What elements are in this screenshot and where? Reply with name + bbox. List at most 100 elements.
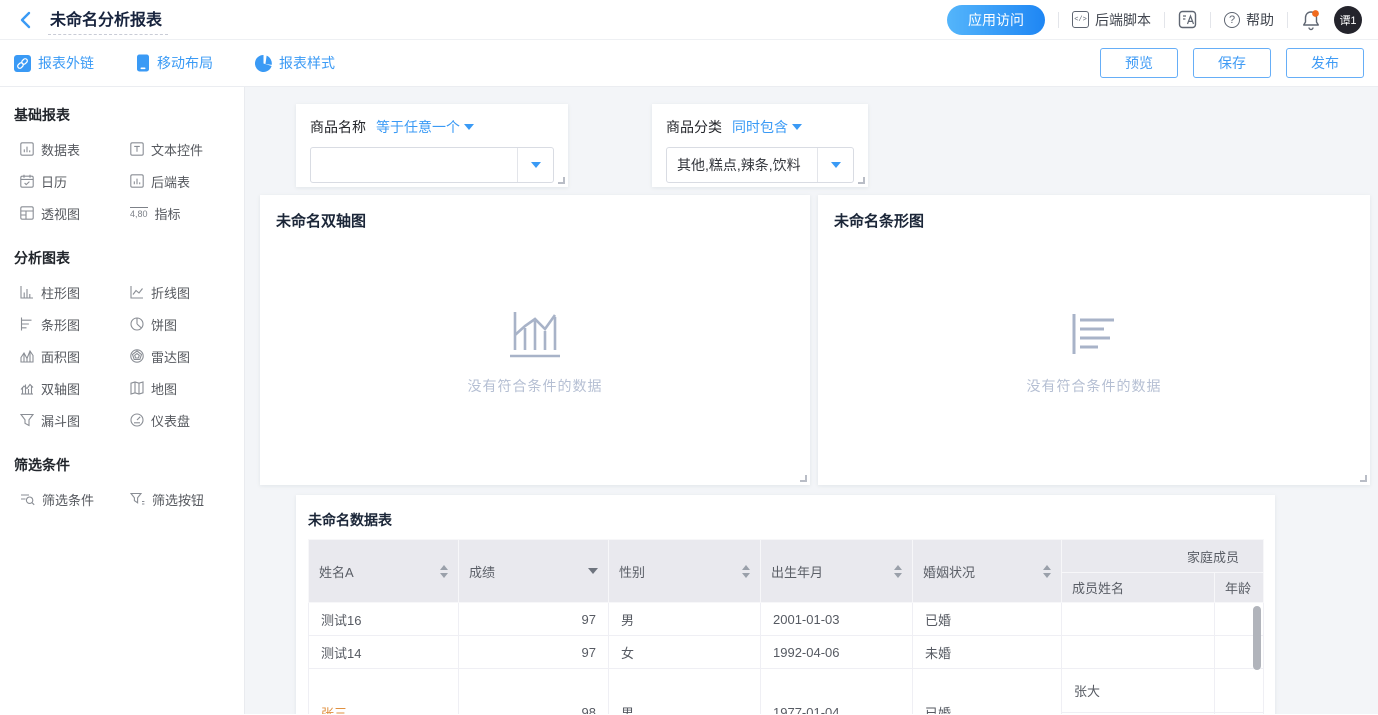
dual-axis-empty-icon <box>507 308 563 358</box>
chart-widget-dual-axis[interactable]: 未命名双轴图 没有符合条件的数据 <box>260 195 810 485</box>
table-chart-icon <box>130 174 144 188</box>
filter-operator-dropdown[interactable]: 等于任意一个 <box>376 117 474 137</box>
mobile-icon <box>136 54 150 72</box>
publish-button[interactable]: 发布 <box>1286 48 1364 78</box>
select-arrow <box>517 148 553 182</box>
data-table-widget[interactable]: 未命名数据表 姓名A 成绩 <box>296 495 1275 714</box>
external-link-button[interactable]: 报表外链 <box>14 53 94 73</box>
sidebar-item-line-chart[interactable]: 折线图 <box>130 283 244 301</box>
report-toolbar: 报表外链 移动布局 报表样式 预览 保存 发布 <box>0 40 1378 87</box>
radar-chart-icon <box>130 349 144 363</box>
filter-button-icon <box>130 492 145 506</box>
filter-value-select[interactable]: 其他,糕点,辣条,饮料 <box>666 147 854 183</box>
notification-bell-icon[interactable] <box>1301 9 1321 31</box>
table-vertical-scrollbar[interactable] <box>1253 606 1261 670</box>
link-icon <box>14 55 31 72</box>
sidebar-item-metric[interactable]: 4,80 指标 <box>130 204 244 222</box>
chevron-down-icon <box>531 162 541 168</box>
divider <box>1210 12 1211 28</box>
sort-desc-icon[interactable] <box>588 568 598 574</box>
code-icon: </> <box>1072 11 1089 28</box>
sidebar-item-area-chart[interactable]: 面积图 <box>20 347 130 365</box>
sidebar-item-pivot[interactable]: 透视图 <box>20 204 130 222</box>
report-title[interactable]: 未命名分析报表 <box>48 4 168 35</box>
preview-button[interactable]: 预览 <box>1100 48 1178 78</box>
sidebar-item-bar-chart[interactable]: 条形图 <box>20 315 130 333</box>
backend-script-button[interactable]: </> 后端脚本 <box>1072 10 1151 30</box>
column-header-marital[interactable]: 婚姻状况 <box>913 540 1062 603</box>
table-chart-icon <box>20 142 34 156</box>
column-header-birth[interactable]: 出生年月 <box>761 540 913 603</box>
map-icon <box>130 381 144 395</box>
sidebar-item-calendar[interactable]: 日历 <box>20 172 130 190</box>
resize-handle[interactable] <box>1360 475 1367 482</box>
sort-icon[interactable] <box>1043 565 1051 578</box>
sort-icon[interactable] <box>742 565 750 578</box>
chart-title: 未命名条形图 <box>818 195 1370 231</box>
user-avatar[interactable]: 谭1 <box>1334 6 1362 34</box>
filter-widget-product-category[interactable]: 商品分类 同时包含 其他,糕点,辣条,饮料 <box>652 104 868 187</box>
column-chart-icon <box>20 285 34 299</box>
divider <box>1164 12 1165 28</box>
sidebar-item-text-widget[interactable]: 文本控件 <box>130 140 244 158</box>
resize-handle[interactable] <box>800 475 807 482</box>
text-icon <box>130 142 144 156</box>
section-title-filters: 筛选条件 <box>0 455 244 475</box>
column-header-gender[interactable]: 性别 <box>609 540 761 603</box>
filter-label: 商品分类 <box>666 117 722 137</box>
help-button[interactable]: ? 帮助 <box>1224 10 1274 30</box>
area-chart-icon <box>20 349 34 363</box>
app-access-button[interactable]: 应用访问 <box>947 5 1045 35</box>
filter-value-select[interactable] <box>310 147 554 183</box>
resize-handle[interactable] <box>858 177 865 184</box>
report-style-button[interactable]: 报表样式 <box>255 53 335 73</box>
resize-handle[interactable] <box>558 177 565 184</box>
sidebar-item-column-chart[interactable]: 柱形图 <box>20 283 130 301</box>
data-table: 姓名A 成绩 性别 出生年月 <box>308 539 1264 714</box>
gauge-icon <box>130 413 144 427</box>
pie-chart-icon <box>130 317 144 331</box>
select-arrow <box>817 148 853 182</box>
column-header-member-name[interactable]: 成员姓名 <box>1062 573 1215 603</box>
save-button[interactable]: 保存 <box>1193 48 1271 78</box>
divider <box>1287 12 1288 28</box>
empty-state: 没有符合条件的数据 <box>260 249 810 455</box>
filter-search-icon <box>20 492 35 506</box>
calendar-icon <box>20 174 34 188</box>
sidebar-item-filter-button[interactable]: 筛选按钮 <box>130 490 244 508</box>
sidebar-item-backend-table[interactable]: 后端表 <box>130 172 244 190</box>
chevron-down-icon <box>792 124 802 130</box>
funnel-icon <box>20 413 34 427</box>
sidebar-item-map[interactable]: 地图 <box>130 379 244 397</box>
back-icon[interactable] <box>14 9 36 31</box>
section-title-basic: 基础报表 <box>0 105 244 125</box>
table-row: 张三 98 男 1977-01-04 已婚 张大 <box>309 669 1264 713</box>
sidebar-item-gauge[interactable]: 仪表盘 <box>130 411 244 429</box>
sort-icon[interactable] <box>894 565 902 578</box>
filter-operator-dropdown[interactable]: 同时包含 <box>732 117 802 137</box>
sidebar-item-filter-condition[interactable]: 筛选条件 <box>20 490 130 508</box>
help-icon: ? <box>1224 12 1240 28</box>
empty-text: 没有符合条件的数据 <box>468 376 603 396</box>
column-header-name[interactable]: 姓名A <box>309 540 459 603</box>
sidebar-item-data-table[interactable]: 数据表 <box>20 140 130 158</box>
column-header-score[interactable]: 成绩 <box>459 540 609 603</box>
empty-state: 没有符合条件的数据 <box>818 249 1370 455</box>
chart-widget-bar[interactable]: 未命名条形图 没有符合条件的数据 <box>818 195 1370 485</box>
dual-axis-chart-icon <box>20 381 34 395</box>
pivot-icon <box>20 206 34 220</box>
table-row: 测试16 97 男 2001-01-03 已婚 <box>309 603 1264 636</box>
empty-text: 没有符合条件的数据 <box>1027 376 1162 396</box>
bar-empty-icon <box>1066 308 1122 358</box>
sidebar-item-radar-chart[interactable]: 雷达图 <box>130 347 244 365</box>
sort-icon[interactable] <box>440 565 448 578</box>
mobile-layout-button[interactable]: 移动布局 <box>136 53 213 73</box>
sidebar-item-dual-axis-chart[interactable]: 双轴图 <box>20 379 130 397</box>
language-button[interactable] <box>1178 10 1197 29</box>
report-canvas: 商品名称 等于任意一个 商品分类 同时包含 其 <box>245 87 1378 714</box>
sidebar-item-pie-chart[interactable]: 饼图 <box>130 315 244 333</box>
table-row: 测试14 97 女 1992-04-06 未婚 <box>309 636 1264 669</box>
sidebar-item-funnel-chart[interactable]: 漏斗图 <box>20 411 130 429</box>
filter-widget-product-name[interactable]: 商品名称 等于任意一个 <box>296 104 568 187</box>
column-header-age[interactable]: 年龄 <box>1215 573 1264 603</box>
